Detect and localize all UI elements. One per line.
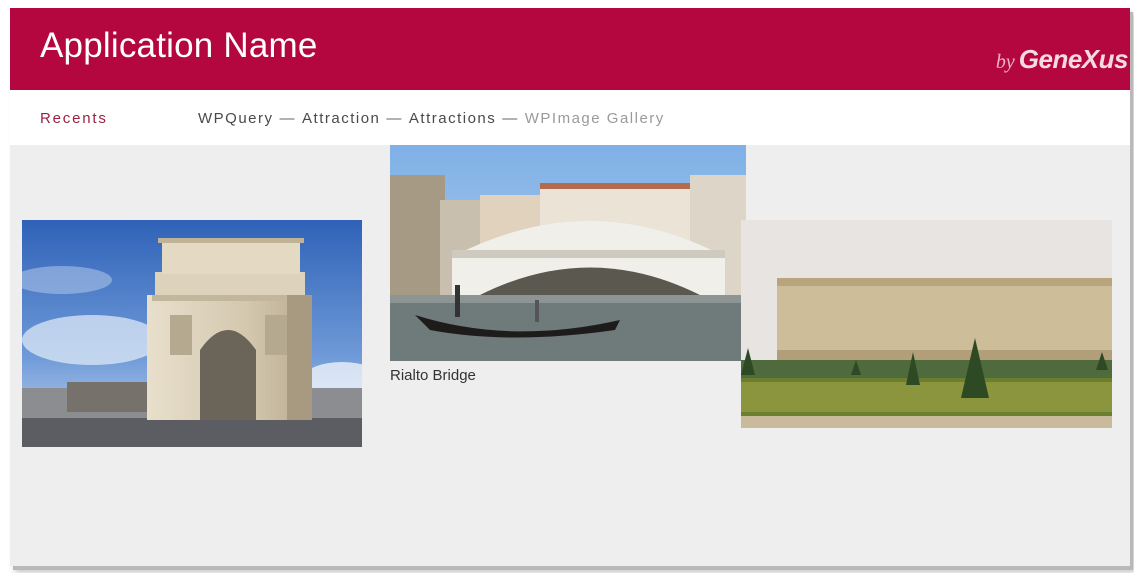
breadcrumb-separator: — [502, 110, 519, 127]
image-caption: Rialto Bridge [390, 367, 476, 384]
breadcrumb-item-attractions[interactable]: Attractions [409, 110, 496, 127]
app-window: Application Name by GeneXus Recents WPQue… [10, 8, 1130, 566]
brand-name-text: GeneXus [1018, 44, 1129, 74]
gallery-item[interactable] [22, 220, 362, 447]
breadcrumb-item-wpquery[interactable]: WPQuery [198, 110, 274, 127]
breadcrumb-item-attraction[interactable]: Attraction [302, 110, 380, 127]
gallery-item[interactable] [741, 220, 1112, 428]
app-header: Application Name by GeneXus [10, 8, 1130, 90]
versailles-palace-image[interactable] [741, 220, 1112, 428]
image-gallery: Rialto Bridge [10, 145, 1130, 566]
brand-by-text: by [995, 51, 1015, 73]
genexus-brand-logo: by GeneXus [995, 44, 1129, 75]
gallery-item[interactable]: Rialto Bridge [390, 145, 746, 384]
breadcrumb-separator: — [386, 110, 403, 127]
navigation-bar: Recents WPQuery — Attraction — Attractions — W… [10, 90, 1130, 145]
breadcrumb-separator: — [279, 110, 297, 127]
breadcrumb: WPQuery — Attraction — Attractions — WPImage G… [198, 110, 665, 127]
arc-de-triomphe-image[interactable] [22, 220, 362, 447]
rialto-bridge-image[interactable] [390, 145, 746, 361]
breadcrumb-item-wpimage-gallery: WPImage Gallery [524, 110, 665, 127]
recents-link[interactable]: Recents [40, 110, 108, 127]
app-title: Application Name [40, 26, 318, 65]
